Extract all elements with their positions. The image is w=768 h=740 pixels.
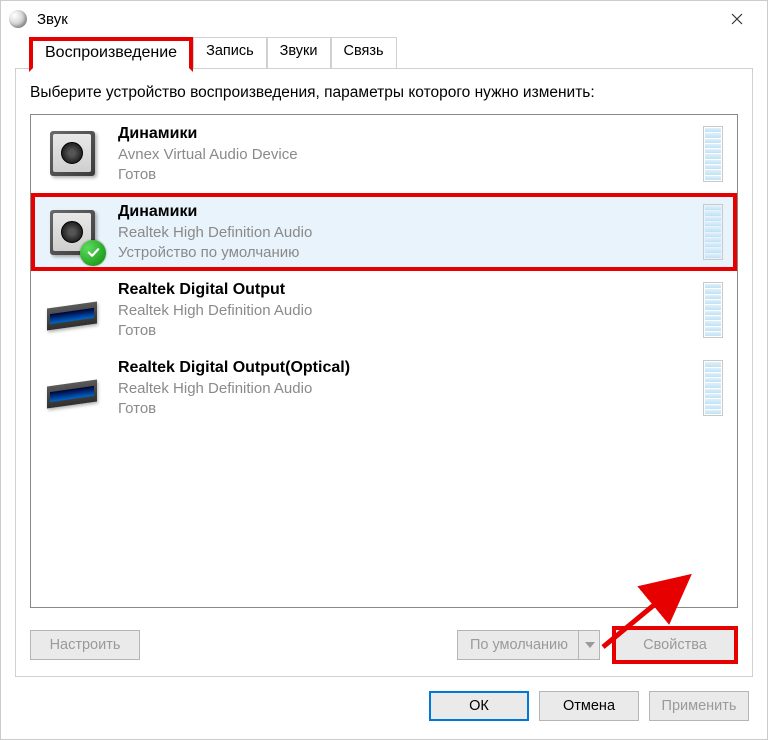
device-list[interactable]: Динамики Avnex Virtual Audio Device Гото… [30,114,738,608]
device-text: Realtek Digital Output Realtek High Defi… [118,279,693,341]
cancel-button[interactable]: Отмена [539,691,639,721]
device-text: Realtek Digital Output(Optical) Realtek … [118,357,693,419]
device-driver: Avnex Virtual Audio Device [118,145,693,165]
device-text: Динамики Avnex Virtual Audio Device Гото… [118,123,693,185]
tab-sounds[interactable]: Звуки [267,37,331,68]
device-status: Готов [118,165,693,185]
tab-content: Выберите устройство воспроизведения, пар… [15,69,753,677]
instruction-text: Выберите устройство воспроизведения, пар… [30,83,738,104]
default-check-icon [80,240,106,266]
digital-output-icon [45,283,100,338]
device-name: Realtek Digital Output(Optical) [118,357,693,379]
device-driver: Realtek High Definition Audio [118,301,693,321]
tab-recording[interactable]: Запись [193,37,267,68]
device-item[interactable]: Динамики Realtek High Definition Audio У… [31,193,737,271]
dropdown-arrow-icon [578,631,595,659]
sound-icon [9,10,27,28]
device-text: Динамики Realtek High Definition Audio У… [118,201,693,263]
device-driver: Realtek High Definition Audio [118,223,693,243]
lower-button-row: Настроить По умолчанию Свойства [30,626,738,664]
sound-dialog: Звук Воспроизведение Запись Звуки Связь … [0,0,768,740]
digital-output-icon [45,361,100,416]
level-meter-icon [703,126,723,182]
close-icon [731,13,743,25]
set-default-label: По умолчанию [470,637,568,653]
level-meter-icon [703,204,723,260]
configure-button[interactable]: Настроить [30,630,140,660]
level-meter-icon [703,360,723,416]
tab-communications[interactable]: Связь [331,37,397,68]
set-default-button[interactable]: По умолчанию [457,630,600,660]
ok-button[interactable]: ОК [429,691,529,721]
titlebar: Звук [1,1,767,37]
device-name: Динамики [118,201,693,223]
speaker-icon [45,205,100,260]
device-status: Готов [118,321,693,341]
device-driver: Realtek High Definition Audio [118,379,693,399]
dialog-button-row: ОК Отмена Применить [1,677,767,739]
device-status: Готов [118,399,693,419]
tab-playback[interactable]: Воспроизведение [29,37,193,72]
device-item[interactable]: Realtek Digital Output Realtek High Defi… [31,271,737,349]
device-item[interactable]: Realtek Digital Output(Optical) Realtek … [31,349,737,427]
properties-button[interactable]: Свойства [616,630,734,660]
apply-button[interactable]: Применить [649,691,749,721]
level-meter-icon [703,282,723,338]
speaker-icon [45,126,100,181]
window-title: Звук [37,11,714,28]
tab-strip: Воспроизведение Запись Звуки Связь [15,37,753,69]
device-status: Устройство по умолчанию [118,243,693,263]
device-name: Динамики [118,123,693,145]
device-name: Realtek Digital Output [118,279,693,301]
close-button[interactable] [714,4,759,34]
device-item[interactable]: Динамики Avnex Virtual Audio Device Гото… [31,115,737,193]
